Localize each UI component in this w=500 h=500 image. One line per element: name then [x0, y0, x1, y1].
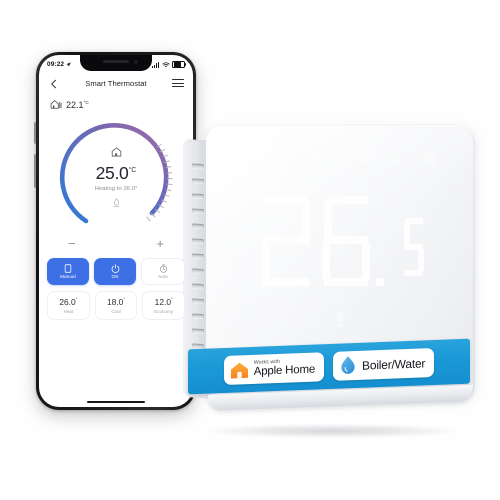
vent-slot — [192, 268, 204, 275]
display-fraction-value — [404, 218, 424, 276]
home-icon — [111, 144, 122, 162]
smartphone-device: 09:22 Smart Thermostat 22.1°C 25.0°C Hea… — [34, 52, 196, 410]
hamburger-menu-icon[interactable] — [172, 77, 184, 89]
vent-slot — [192, 223, 204, 230]
wifi-icon — [161, 61, 170, 67]
phone-notch — [80, 55, 152, 71]
status-bar-indicators — [151, 60, 186, 69]
badge-boiler-water-label: Boiler/Water — [362, 355, 426, 373]
target-temperature: 25.0°C — [95, 162, 137, 183]
battery-icon — [172, 60, 186, 69]
vent-slot-group — [192, 163, 206, 365]
badge-apple-home: Works with Apple Home — [223, 352, 325, 386]
mode-button-manual[interactable]: Manual — [47, 258, 89, 285]
preset-temperature-row: 26.0° Heat 18.0° Cool 12.0° Economy — [47, 291, 186, 320]
badge-text-group: Works with Apple Home — [254, 358, 315, 378]
vent-slot — [192, 253, 204, 260]
ambient-temperature-value: 22.1°C — [66, 99, 89, 110]
vent-slot — [192, 283, 204, 290]
smart-thermostat-device: Works with Apple Home Boiler/Water — [183, 126, 475, 412]
status-bar-time-group: 09:22 — [47, 61, 71, 68]
vent-slot — [192, 193, 204, 200]
page-title: Smart Thermostat — [85, 78, 147, 88]
badge-boiler-water: Boiler/Water — [333, 347, 435, 381]
document-icon — [64, 264, 72, 273]
water-drop-icon — [341, 356, 355, 374]
display-digits — [254, 192, 427, 296]
digit-6 — [322, 196, 370, 286]
vent-slot — [192, 238, 204, 245]
mode-label: Auto — [158, 274, 168, 280]
mode-label: ON — [111, 274, 119, 280]
phone-screen: 09:22 Smart Thermostat 22.1°C 25.0°C Hea… — [39, 55, 193, 407]
preset-label: Cool — [111, 309, 121, 314]
vent-slot — [192, 163, 204, 170]
signal-bars-icon — [151, 61, 159, 68]
front-camera — [134, 60, 138, 64]
vent-slot — [192, 178, 204, 185]
increase-temperature-button[interactable]: + — [156, 237, 164, 250]
home-indicator-bar[interactable] — [87, 400, 145, 403]
vent-slot — [192, 298, 204, 305]
mode-button-auto[interactable]: Auto — [141, 258, 185, 285]
dial-stepper-controls: − + — [68, 237, 164, 250]
wifi-icon — [206, 152, 302, 165]
vent-slot — [192, 328, 204, 335]
ambient-temperature-row: 22.1°C — [50, 99, 89, 110]
fan-air-icon — [353, 151, 383, 165]
timer-icon — [302, 151, 327, 165]
app-navigation-bar: Smart Thermostat — [39, 72, 193, 94]
badge-apple-home-label: Apple Home — [253, 363, 316, 378]
vent-slot — [192, 313, 204, 320]
chevron-left-icon — [51, 79, 56, 89]
mode-label: Manual — [60, 274, 76, 280]
preset-value: 18.0° — [107, 297, 125, 307]
water-drop-icon — [383, 151, 407, 165]
location-arrow-icon — [66, 62, 71, 67]
device-drop-shadow — [206, 424, 458, 438]
preset-value: 26.0° — [59, 297, 78, 307]
preset-card-cool[interactable]: 18.0° Cool — [94, 291, 138, 320]
thermostat-status-icon-row — [206, 148, 475, 168]
digit-2 — [262, 196, 310, 286]
decrease-temperature-button[interactable]: − — [68, 237, 76, 250]
home-sensor-icon — [50, 100, 62, 109]
heating-flame-icon — [206, 308, 475, 328]
back-button[interactable] — [48, 77, 60, 89]
schedule-calendar-icon — [407, 151, 453, 166]
heating-sun-icon — [327, 151, 353, 165]
temperature-dial[interactable]: 25.0°C Heating to 26.0° — [53, 115, 179, 241]
power-icon — [111, 264, 119, 273]
vent-slot — [192, 208, 204, 215]
thermostat-led-display — [206, 184, 475, 304]
display-main-value — [262, 196, 384, 286]
timer-icon — [159, 264, 167, 273]
preset-card-heat[interactable]: 26.0° Heat — [47, 291, 90, 320]
apple-home-house-icon — [230, 362, 248, 378]
product-image-canvas: 09:22 Smart Thermostat 22.1°C 25.0°C Hea… — [0, 0, 500, 500]
earpiece-speaker — [103, 60, 129, 63]
preset-card-economy[interactable]: 12.0° Economy — [142, 291, 186, 320]
preset-label: Heat — [63, 309, 74, 314]
preset-label: Economy — [154, 309, 174, 314]
dial-center-readout: 25.0°C Heating to 26.0° — [53, 115, 179, 241]
mode-button-on[interactable]: ON — [94, 258, 136, 285]
heating-flame-icon — [112, 195, 121, 213]
decimal-point — [376, 278, 384, 286]
preset-value: 12.0° — [154, 297, 173, 307]
dial-status-text: Heating to 26.0° — [94, 185, 138, 192]
status-bar-time: 09:22 — [47, 61, 65, 68]
mode-button-row: Manual ON Auto — [47, 258, 185, 285]
